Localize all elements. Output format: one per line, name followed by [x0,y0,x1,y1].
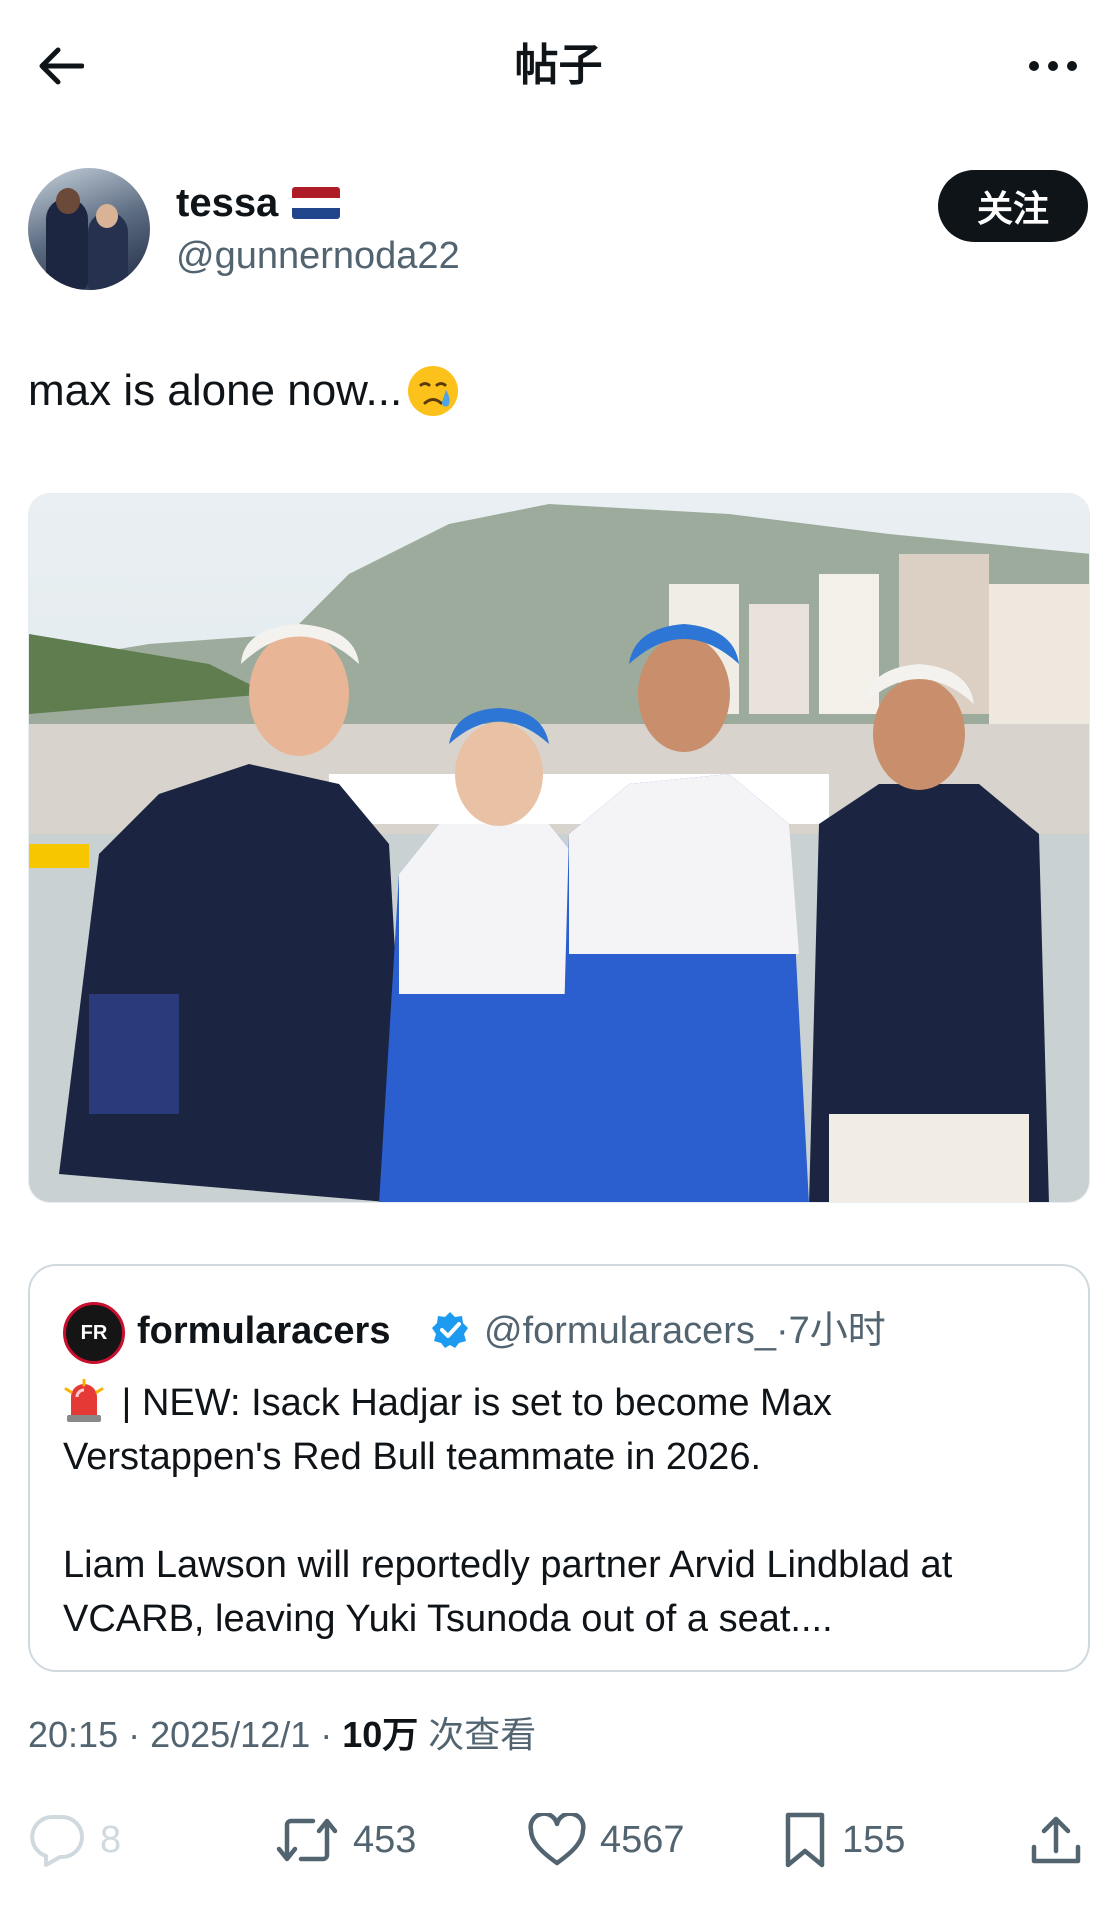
meta-separator: · [118,1714,151,1755]
quoted-post-line2: Liam Lawson will reportedly partner Arvi… [63,1544,953,1640]
quoted-post-time: ·7小时 [776,1310,886,1352]
crying-face-emoji [408,366,459,416]
author-avatar[interactable] [28,168,150,290]
quoted-author-handle: @formularacers_ [484,1310,776,1352]
police-light-emoji [64,1379,104,1422]
reply-icon [30,1815,84,1867]
avatar-figure [56,188,80,214]
photo-image [29,494,1089,1202]
quoted-author-name[interactable]: formularacers [137,1306,390,1356]
post-meta: 20:15 · 2025/12/1 · 10万 次查看 [28,1710,536,1760]
heart-icon [528,1813,586,1866]
retweet-button[interactable]: 453 [275,1800,416,1880]
views-count[interactable]: 10万 [342,1714,418,1755]
author-handle[interactable]: @gunnernoda22 [176,232,460,280]
retweet-count: 453 [353,1818,417,1861]
reply-count: 8 [100,1818,122,1861]
follow-button[interactable]: 关注 [938,170,1088,242]
post-photo[interactable] [28,493,1090,1203]
bookmark-count: 155 [842,1818,906,1861]
page-title: 帖子 [514,40,603,91]
quoted-post-line1: | NEW: Isack Hadjar is set to become Max… [63,1376,1058,1484]
like-button[interactable]: 4567 [528,1800,685,1880]
more-options-dot [1067,61,1077,71]
author-display-name[interactable]: tessa [176,178,341,228]
post-date[interactable]: 2025/12/1 [150,1714,310,1755]
more-options-dot [1048,61,1058,71]
quoted-author-avatar[interactable]: FR [63,1302,125,1364]
top-bar: 帖子 [0,0,1117,130]
quoted-post[interactable]: FR formularacers @formularacers_·7小时 | N… [28,1264,1090,1672]
views-label[interactable]: 次查看 [418,1714,536,1755]
retweet-icon [276,1818,338,1862]
share-button[interactable] [1030,1800,1082,1880]
post-time[interactable]: 20:15 [28,1714,118,1755]
post-text: max is alone now... [28,360,460,422]
post-text-content: max is alone now... [28,366,403,415]
bookmark-icon [785,1812,825,1868]
verified-badge-icon [432,1312,468,1348]
meta-separator: · [310,1714,343,1755]
quoted-post-body: | NEW: Isack Hadjar is set to become Max… [63,1376,1058,1646]
quoted-post-line1-text: | NEW: Isack Hadjar is set to become Max… [63,1382,832,1478]
more-options-button[interactable] [1013,36,1093,96]
bookmark-button[interactable]: 155 [782,1800,905,1880]
quoted-author-meta: @formularacers_·7小时 [484,1306,886,1356]
netherlands-flag-icon [292,187,341,219]
post-author: tessa @gunnernoda22 关注 [28,168,1088,294]
like-count: 4567 [600,1818,685,1861]
more-options-icon [1029,61,1039,71]
avatar-figure [96,204,118,228]
share-icon [1031,1816,1081,1864]
author-name-text: tessa [176,181,279,225]
reply-button[interactable]: 8 [28,1800,121,1880]
action-bar: 8 453 4567 155 [0,1800,1117,1880]
